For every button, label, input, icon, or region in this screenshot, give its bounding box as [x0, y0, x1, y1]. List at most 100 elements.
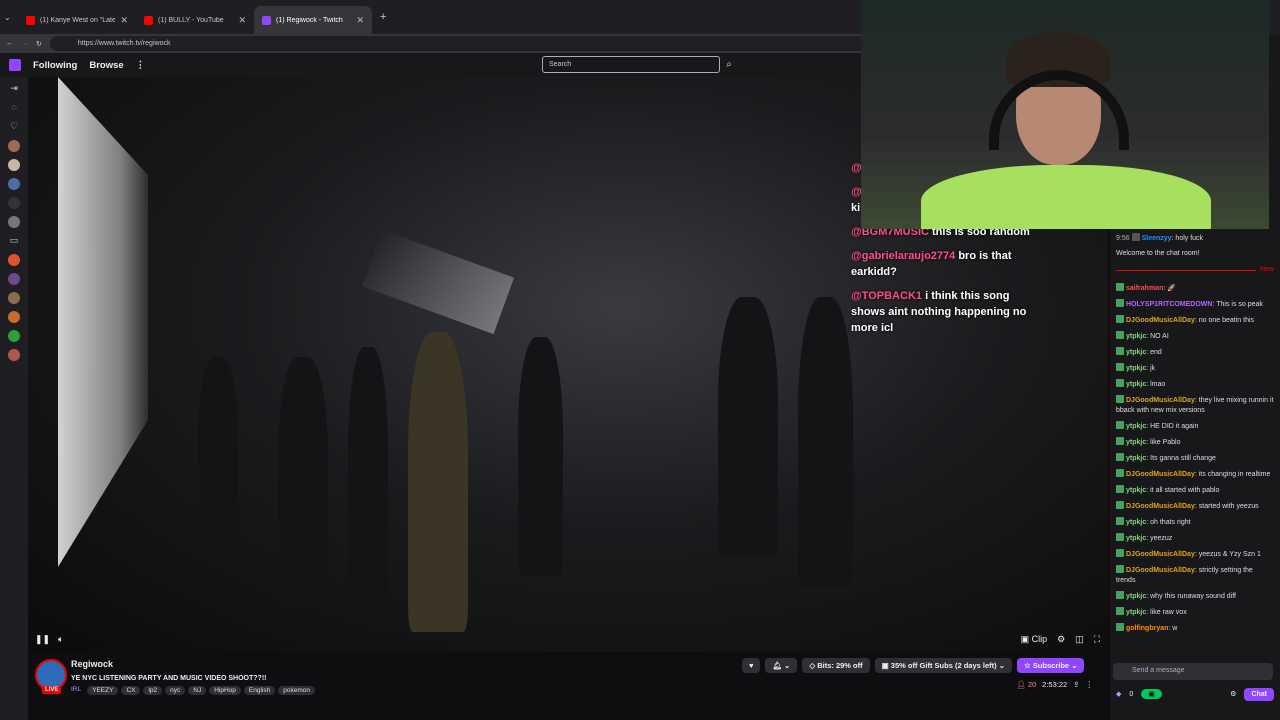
pause-icon[interactable]: ❚❚: [35, 634, 50, 645]
chat-message: ytpkjc: NO AI: [1116, 331, 1274, 342]
avatar[interactable]: [8, 311, 20, 323]
avatar[interactable]: [8, 292, 20, 304]
chat-message: DJGoodMusicAllDay: started with yeezus: [1116, 501, 1274, 512]
channel-name[interactable]: Regiwock: [71, 659, 113, 669]
chat-username[interactable]: ytpkjc: [1126, 365, 1146, 372]
chat-text: : it all started with pablo: [1146, 487, 1220, 494]
channel-actions: ♥ 🔔︎ ⌄ ◇ Bits: 29% off ▣ 35% off Gift Su…: [742, 658, 1085, 673]
tag[interactable]: pokemon: [278, 686, 315, 695]
chat-username[interactable]: ytpkjc: [1126, 349, 1146, 356]
twitch-logo-icon[interactable]: [9, 59, 21, 71]
chat-username[interactable]: golfingbryan: [1126, 625, 1168, 632]
avatar[interactable]: [8, 330, 20, 342]
search-input[interactable]: Search: [542, 56, 720, 73]
close-icon[interactable]: ✕: [120, 15, 128, 26]
volume-icon[interactable]: 🔈︎: [58, 634, 63, 645]
badge-icon: [1116, 485, 1124, 493]
chat-username[interactable]: DJGoodMusicAllDay: [1126, 567, 1195, 574]
gift-subs-button[interactable]: ▣ 35% off Gift Subs (2 days left) ⌄: [874, 658, 1013, 673]
badge-icon: [1116, 591, 1124, 599]
chat-input[interactable]: Send a message: [1113, 663, 1273, 680]
chat-username[interactable]: DJGoodMusicAllDay: [1126, 551, 1195, 558]
twitch-icon: [262, 15, 271, 25]
badge-icon: [1116, 331, 1124, 339]
settings-icon[interactable]: ⚙: [1230, 690, 1236, 698]
tag[interactable]: lp2: [143, 686, 163, 695]
tag[interactable]: English: [243, 686, 276, 695]
theatre-mode-icon[interactable]: ◫: [1075, 634, 1084, 645]
tag[interactable]: HipHop: [209, 686, 241, 695]
forward-icon[interactable]: →: [21, 40, 28, 47]
bits-button[interactable]: ◇ Bits: 29% off: [802, 658, 870, 673]
tab-list-icon[interactable]: ⌄: [4, 13, 18, 22]
chat-username[interactable]: ytpkjc: [1126, 609, 1146, 616]
badge-icon: [1116, 453, 1124, 461]
clip-button[interactable]: ▣ Clip: [1021, 634, 1048, 645]
chat-username[interactable]: ytpkjc: [1126, 423, 1146, 430]
chat-username[interactable]: saifrahman: [1126, 285, 1163, 292]
chat-message: ytpkjc: like Pablo: [1116, 437, 1274, 448]
chat-text: : w: [1168, 625, 1178, 632]
chat-text: : This is so peak: [1212, 301, 1263, 308]
expand-sidebar-icon[interactable]: ⇥: [10, 83, 18, 95]
tag[interactable]: nyc: [165, 686, 186, 695]
chat-username[interactable]: ytpkjc: [1126, 455, 1146, 462]
chat-text: : its changing in realtime: [1194, 471, 1271, 478]
chat-username[interactable]: DJGoodMusicAllDay: [1126, 317, 1195, 324]
browser-tab-2[interactable]: (1) BULLY - YouTube ✕: [136, 6, 254, 34]
reload-icon[interactable]: ↻: [36, 40, 42, 48]
close-icon[interactable]: ✕: [356, 15, 364, 26]
chat-button[interactable]: Chat: [1244, 687, 1274, 701]
notification-bell-button[interactable]: 🔔︎ ⌄: [765, 658, 798, 673]
close-icon[interactable]: ✕: [238, 15, 246, 26]
chat-username[interactable]: DJGoodMusicAllDay: [1126, 397, 1195, 404]
follow-heart-button[interactable]: ♥: [742, 658, 761, 673]
recommended-icon[interactable]: ◌: [11, 102, 16, 114]
avatar[interactable]: [8, 159, 20, 171]
chat-text: : started with yeezus: [1194, 503, 1259, 510]
chat-username[interactable]: DJGoodMusicAllDay: [1126, 471, 1195, 478]
avatar[interactable]: [8, 140, 20, 152]
chat-username[interactable]: ytpkjc: [1126, 333, 1146, 340]
category-link[interactable]: IRL: [71, 686, 81, 695]
chat-username[interactable]: HOLYSP1RITCOMEDOWN: [1126, 301, 1212, 308]
avatar[interactable]: [8, 178, 20, 190]
search-icon[interactable]: ⌕: [721, 56, 737, 73]
projection-wall: [58, 77, 148, 567]
tag[interactable]: NJ: [188, 686, 207, 695]
gift-icon[interactable]: ▣: [1141, 689, 1162, 699]
chat-username[interactable]: ytpkjc: [1126, 535, 1146, 542]
avatar[interactable]: [8, 216, 20, 228]
badge-icon: [1116, 363, 1124, 371]
chat-username[interactable]: ytpkjc: [1126, 439, 1146, 446]
nav-following[interactable]: Following: [33, 60, 77, 71]
channel-points-icon[interactable]: ◆: [1116, 690, 1121, 698]
subscribe-button[interactable]: ☆ Subscribe ⌄: [1017, 658, 1085, 673]
chat-username[interactable]: Sleenzyy: [1142, 235, 1172, 242]
settings-icon[interactable]: ⚙: [1057, 634, 1065, 645]
nav-browse[interactable]: Browse: [89, 60, 123, 71]
chat-username[interactable]: DJGoodMusicAllDay: [1126, 503, 1195, 510]
tag[interactable]: YEEZY: [87, 686, 119, 695]
chat-username[interactable]: ytpkjc: [1126, 381, 1146, 388]
avatar[interactable]: [8, 273, 20, 285]
chat-text: : jk: [1146, 365, 1156, 372]
share-icon[interactable]: ⇪: [1073, 680, 1079, 689]
heart-icon[interactable]: ♡: [10, 121, 18, 133]
chat-username[interactable]: ytpkjc: [1126, 593, 1146, 600]
avatar[interactable]: [8, 254, 20, 266]
more-icon[interactable]: ⋮: [136, 60, 146, 71]
video-camera-icon[interactable]: ▭: [10, 235, 19, 247]
new-tab-button[interactable]: +: [372, 11, 394, 23]
tag[interactable]: CX: [121, 686, 141, 695]
browser-tab-3[interactable]: (1) Regiwock - Twitch ✕: [254, 6, 372, 34]
fullscreen-icon[interactable]: ⛶: [1094, 634, 1100, 645]
more-options-icon[interactable]: ⋮: [1086, 680, 1094, 689]
back-icon[interactable]: ←: [6, 40, 13, 47]
avatar[interactable]: [8, 197, 20, 209]
chat-text: : oh thats right: [1146, 519, 1191, 526]
browser-tab-1[interactable]: (1) Kanye West on "Late Night wit ✕: [18, 6, 136, 34]
chat-username[interactable]: ytpkjc: [1126, 519, 1146, 526]
chat-username[interactable]: ytpkjc: [1126, 487, 1146, 494]
avatar[interactable]: [8, 349, 20, 361]
